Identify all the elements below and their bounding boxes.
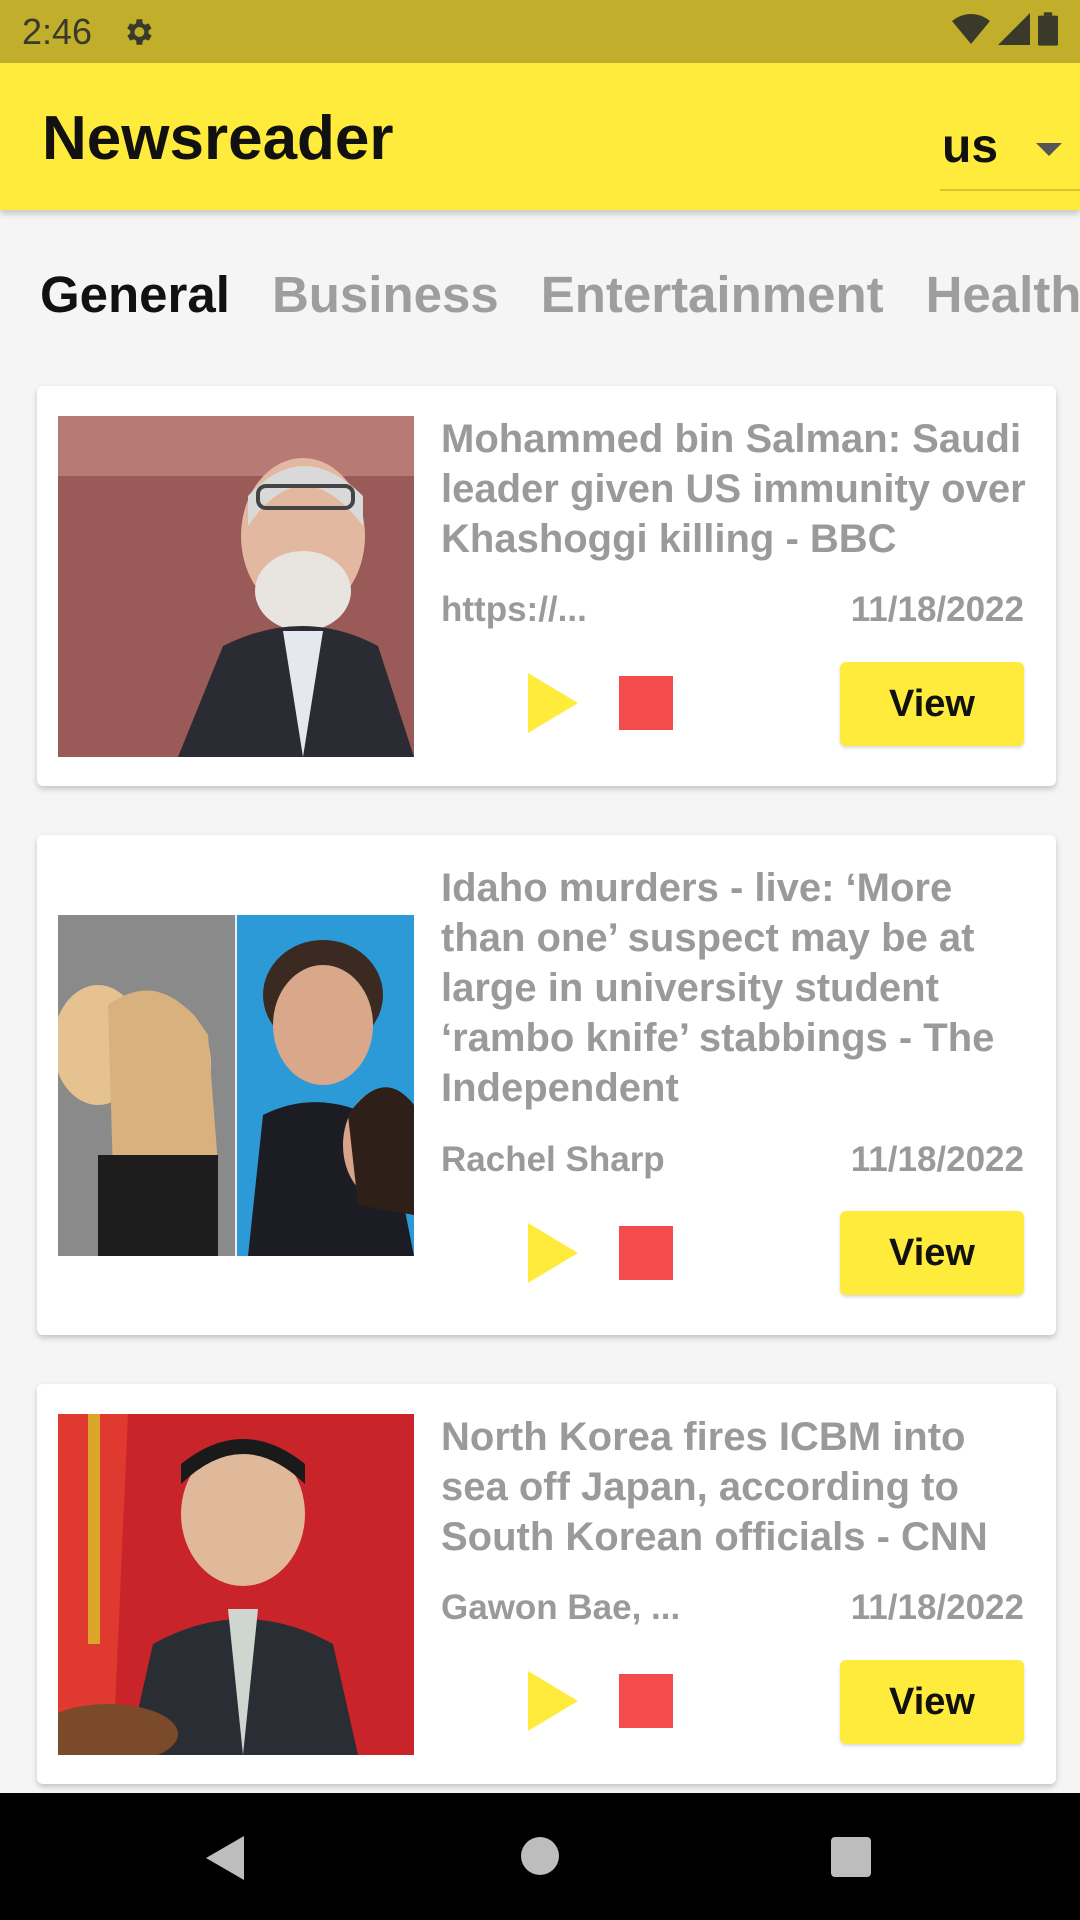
play-button[interactable]: [523, 668, 583, 738]
speaker-photo: [58, 1414, 414, 1755]
home-icon[interactable]: [521, 1837, 559, 1875]
category-tabs: General Business Entertainment Health: [0, 260, 1080, 330]
article-card[interactable]: North Korea fires ICBM into sea off Japa…: [37, 1384, 1056, 1784]
tab-business[interactable]: Business: [272, 260, 499, 330]
play-button[interactable]: [523, 1666, 583, 1736]
article-date: 11/18/2022: [850, 1140, 1024, 1179]
article-headline: Idaho murders - live: ‘More than one’ su…: [441, 866, 995, 1110]
battery-icon: [1038, 12, 1058, 51]
tab-entertainment[interactable]: Entertainment: [541, 260, 884, 330]
wifi-icon: [952, 14, 990, 49]
article-thumbnail: [58, 1414, 414, 1755]
play-icon: [528, 1671, 578, 1731]
article-source: https://...: [441, 590, 587, 629]
group-photo: [58, 915, 414, 1256]
tab-health[interactable]: Health: [926, 260, 1080, 330]
system-nav-bar: [0, 1793, 1080, 1920]
country-select[interactable]: us: [940, 91, 1080, 191]
tab-general[interactable]: General: [40, 260, 230, 330]
article-source: Rachel Sharp: [441, 1140, 665, 1179]
person-photo: [58, 416, 414, 757]
signal-icon: [998, 13, 1030, 50]
gear-icon: [120, 14, 156, 50]
article-thumbnail: [58, 915, 414, 1256]
back-icon[interactable]: [206, 1836, 244, 1880]
article-headline: North Korea fires ICBM into sea off Japa…: [441, 1415, 988, 1559]
app-title: Newsreader: [42, 104, 394, 173]
article-card[interactable]: Mohammed bin Salman: Saudi leader given …: [37, 386, 1056, 786]
article-headline: Mohammed bin Salman: Saudi leader given …: [441, 417, 1026, 561]
play-button[interactable]: [523, 1218, 583, 1288]
play-icon: [528, 1223, 578, 1283]
view-button[interactable]: View: [840, 1660, 1024, 1744]
view-button[interactable]: View: [840, 662, 1024, 746]
status-icons: [952, 12, 1058, 51]
play-icon: [528, 673, 578, 733]
stop-button[interactable]: [619, 1226, 673, 1280]
article-card[interactable]: Idaho murders - live: ‘More than one’ su…: [37, 835, 1056, 1335]
country-value: us: [942, 120, 999, 173]
dropdown-arrow-icon: [1036, 143, 1062, 156]
status-time: 2:46: [22, 10, 93, 52]
stop-button[interactable]: [619, 676, 673, 730]
status-bar: 2:46: [0, 0, 1080, 63]
recent-apps-icon[interactable]: [831, 1837, 871, 1877]
view-button[interactable]: View: [840, 1211, 1024, 1295]
article-date: 11/18/2022: [850, 590, 1024, 629]
article-thumbnail: [58, 416, 414, 757]
app-bar: Newsreader us: [0, 63, 1080, 210]
article-source: Gawon Bae, ...: [441, 1588, 681, 1627]
stop-button[interactable]: [619, 1674, 673, 1728]
article-date: 11/18/2022: [850, 1588, 1024, 1627]
